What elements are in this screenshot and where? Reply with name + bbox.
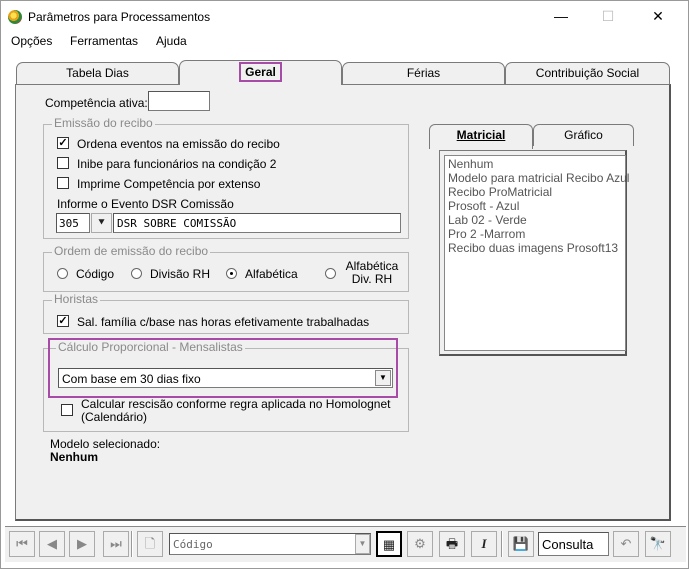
first-record-icon[interactable]: ⏮ [9,531,35,557]
geral-panel: Competência ativa: Emissão do recibo ✓ O… [15,84,671,521]
window-title: Parâmetros para Processamentos [28,10,211,24]
modelos-listbox-frame: Nenhum Modelo para matricial Recibo Azul… [439,150,629,356]
competencia-input[interactable] [148,91,210,111]
radio-divisao-rh[interactable] [131,268,142,279]
settings-icon[interactable]: ⚙ [407,531,433,557]
subtab-matricial[interactable]: Matricial [429,124,533,149]
emissao-title: Emissão do recibo [52,116,155,130]
modelo-label: Modelo selecionado: [50,437,161,451]
list-item[interactable]: Pro 2 -Marrom [448,227,525,241]
imprime-label: Imprime Competência por extenso [77,177,261,191]
undo-icon[interactable]: ↶ [613,531,639,557]
title-bar: Parâmetros para Processamentos — ☐ ✕ [1,1,688,31]
radio-alfabetica[interactable] [226,268,237,279]
tab-geral[interactable]: Geral [179,60,342,85]
dsr-code-input[interactable]: 305 [56,213,90,233]
modelos-list[interactable]: Nenhum Modelo para matricial Recibo Azul… [444,155,629,351]
minimize-button[interactable]: — [538,5,584,27]
calculo-select-value: Com base em 30 dias fixo [62,372,201,386]
next-record-icon[interactable]: ▶ [69,531,95,557]
chevron-down-icon[interactable]: ▼ [355,534,370,554]
new-record-icon[interactable]: 🗋 [137,531,163,557]
radio-codigo[interactable] [57,268,68,279]
menu-bar: Opções Ferramentas Ajuda [1,31,688,53]
tab-tabela-dias[interactable]: Tabela Dias [16,62,179,84]
horistas-title: Horistas [52,292,101,306]
binoculars-icon[interactable]: 🔭 [645,531,671,557]
sal-familia-checkbox[interactable]: ✓ [57,315,69,327]
list-item[interactable]: Recibo duas imagens Prosoft13 [448,241,618,255]
list-item[interactable]: Modelo para matricial Recibo Azul [448,171,629,185]
dsr-desc-field: DSR SOBRE COMISSÃO [113,213,401,233]
menu-ajuda[interactable]: Ajuda [156,34,187,48]
consulta-field: Consulta [538,532,609,556]
window: Parâmetros para Processamentos — ☐ ✕ Opç… [0,0,689,569]
radio-alfabetica-label: Alfabética [245,267,298,281]
save-icon[interactable]: 💾 [508,531,534,557]
calculo-title: Cálculo Proporcional - Mensalistas [56,340,245,354]
dsr-label: Informe o Evento DSR Comissão [57,197,234,211]
dsr-lookup-button[interactable]: ⯆ [91,213,112,233]
printer-icon[interactable]: 🖶 [439,531,465,557]
menu-opcoes[interactable]: Opções [11,34,52,48]
list-item[interactable]: Prosoft - Azul [448,199,519,213]
tab-contribuicao-social[interactable]: Contribuição Social [505,62,670,84]
ordena-label: Ordena eventos na emissão do recibo [77,137,280,151]
inibe-label: Inibe para funcionários na condição 2 [77,157,277,171]
horistas-group: Horistas ✓ Sal. família c/base nas horas… [43,292,409,334]
sal-familia-label: Sal. família c/base nas horas efetivamen… [77,315,370,329]
inibe-checkbox[interactable] [57,157,69,169]
rescisao-label-line1: Calcular rescisão conforme regra aplicad… [81,397,391,411]
code-search-input[interactable]: Código [169,533,371,555]
report-grid-icon[interactable]: ▦ [376,531,402,557]
radio-divisao-rh-label: Divisão RH [150,267,211,281]
list-item[interactable]: Lab 02 - Verde [448,213,527,227]
ordena-checkbox[interactable]: ✓ [57,137,69,149]
menu-ferramentas[interactable]: Ferramentas [70,34,138,48]
radio-codigo-label: Código [76,267,115,281]
competencia-label: Competência ativa: [45,96,148,110]
list-item[interactable]: Nenhum [448,157,493,171]
close-button[interactable]: ✕ [635,5,681,27]
bottom-toolbar: ⏮ ◀ ▶ ⏭ 🗋 Código ▼ ▦ ⚙ 🖶 I 💾 Consulta ↶ … [5,526,686,562]
prev-record-icon[interactable]: ◀ [39,531,65,557]
rescisao-checkbox[interactable] [61,404,73,416]
ordem-group: Ordem de emissão do recibo Código Divisã… [43,244,409,292]
maximize-button[interactable]: ☐ [585,5,631,27]
calculo-select[interactable]: Com base em 30 dias fixo ▼ [58,368,393,388]
chevron-down-icon[interactable]: ▼ [375,370,391,386]
calculo-group: Cálculo Proporcional - Mensalistas Com b… [43,338,409,432]
toolbar-separator [131,531,133,557]
radio-alfabetica-div-rh-label: Alfabética Div. RH [345,259,399,286]
imprime-checkbox[interactable] [57,177,69,189]
app-icon [8,10,22,24]
emissao-group: Emissão do recibo ✓ Ordena eventos na em… [43,116,409,239]
ordem-title: Ordem de emissão do recibo [52,244,211,258]
radio-alfabetica-div-rh[interactable] [325,268,336,279]
list-item[interactable]: Recibo ProMatricial [448,185,552,199]
italic-icon[interactable]: I [471,531,497,557]
toolbar-separator [501,531,503,557]
subtab-grafico[interactable]: Gráfico [533,124,634,146]
tab-ferias[interactable]: Férias [342,62,505,84]
modelo-value: Nenhum [50,450,98,464]
rescisao-label-line2: (Calendário) [81,410,148,424]
last-record-icon[interactable]: ⏭ [103,531,129,557]
